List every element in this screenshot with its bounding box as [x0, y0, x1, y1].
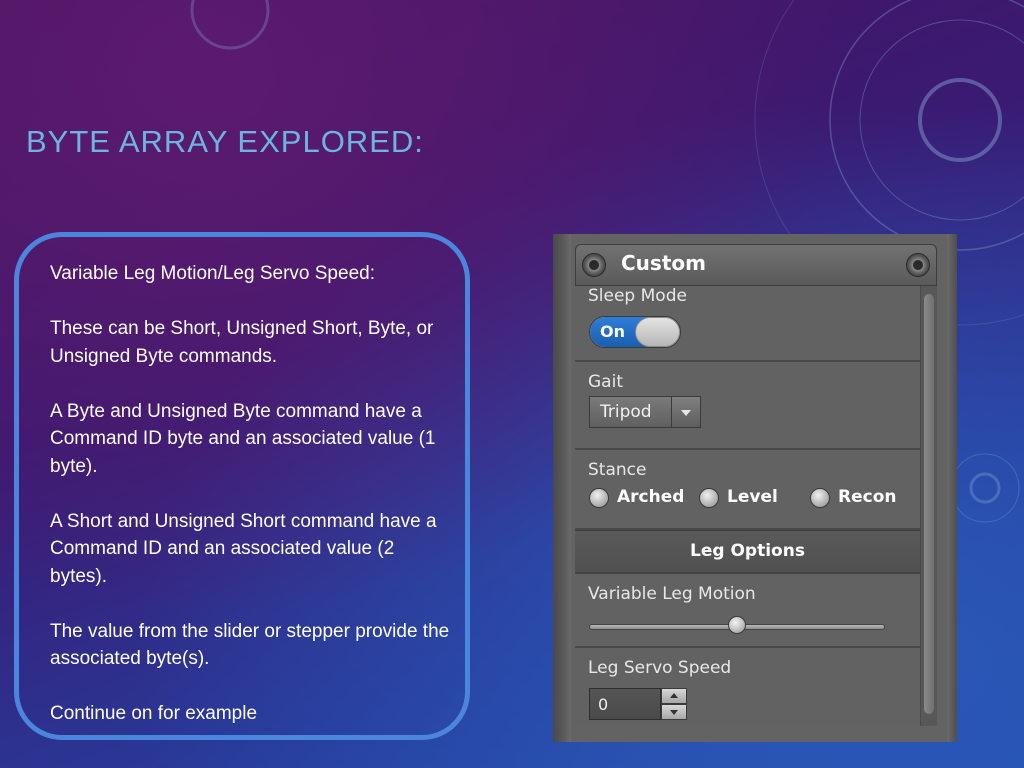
- stance-section: Stance Arched Level Recon: [575, 450, 920, 530]
- leg-servo-speed-input[interactable]: 0: [589, 688, 661, 720]
- toggle-knob: [635, 317, 680, 347]
- paragraph-command-types: These can be Short, Unsigned Short, Byte…: [50, 318, 434, 367]
- screw-left-icon: [582, 253, 606, 277]
- leg-servo-speed-stepper: 0: [589, 688, 689, 720]
- sleep-mode-section: Sleep Mode On: [575, 286, 920, 362]
- stance-label: Stance: [588, 460, 647, 480]
- radio-icon: [699, 488, 719, 508]
- variable-leg-motion-section: Variable Leg Motion: [575, 574, 920, 648]
- leg-servo-speed-section: Leg Servo Speed 0: [575, 648, 920, 726]
- panel-title: Custom: [621, 251, 706, 275]
- stance-option-label: Recon: [838, 487, 897, 507]
- gait-section: Gait Tripod: [575, 362, 920, 450]
- stance-option-label: Arched: [617, 487, 685, 507]
- gait-dropdown[interactable]: Tripod: [589, 396, 701, 428]
- custom-panel-screenshot: Custom Sleep Mode On Gait Tripod Stance …: [553, 234, 957, 742]
- variable-leg-motion-label: Variable Leg Motion: [588, 584, 756, 604]
- paragraph-slider-value: The value from the slider or stepper pro…: [50, 620, 450, 670]
- paragraph-short-command: A Short and Unsigned Short command have …: [50, 510, 437, 587]
- panel-right-edge: [947, 234, 957, 742]
- gait-label: Gait: [588, 372, 623, 392]
- scrollbar-thumb[interactable]: [924, 294, 934, 714]
- sleep-mode-toggle[interactable]: On: [589, 316, 681, 348]
- panel-titlebar: Custom: [575, 244, 937, 286]
- slide-title: BYTE ARRAY EXPLORED:: [26, 124, 424, 159]
- sleep-mode-label: Sleep Mode: [588, 286, 687, 306]
- paragraph-continue: Continue on for example: [50, 703, 258, 724]
- paragraph-byte-command: A Byte and Unsigned Byte command have a …: [50, 400, 436, 477]
- leg-options-header[interactable]: Leg Options: [575, 530, 920, 574]
- radio-icon: [810, 488, 830, 508]
- chevron-down-icon[interactable]: [671, 397, 700, 427]
- radio-icon: [589, 488, 609, 508]
- panel-scrollbar[interactable]: [920, 286, 937, 726]
- stance-option-label: Level: [727, 487, 778, 507]
- stepper-up-icon[interactable]: [661, 688, 687, 704]
- leg-options-label: Leg Options: [690, 541, 805, 561]
- slider-thumb[interactable]: [728, 616, 746, 634]
- paragraph-heading: Variable Leg Motion/Leg Servo Speed:: [50, 263, 375, 284]
- text-box-content: Variable Leg Motion/Leg Servo Speed: The…: [50, 260, 450, 755]
- gait-selected-value: Tripod: [600, 402, 652, 422]
- panel-left-edge: [553, 234, 571, 742]
- screw-right-icon: [906, 253, 930, 277]
- panel-content: Sleep Mode On Gait Tripod Stance Arched: [575, 286, 920, 726]
- stepper-down-icon[interactable]: [661, 704, 687, 720]
- leg-servo-speed-label: Leg Servo Speed: [588, 658, 732, 678]
